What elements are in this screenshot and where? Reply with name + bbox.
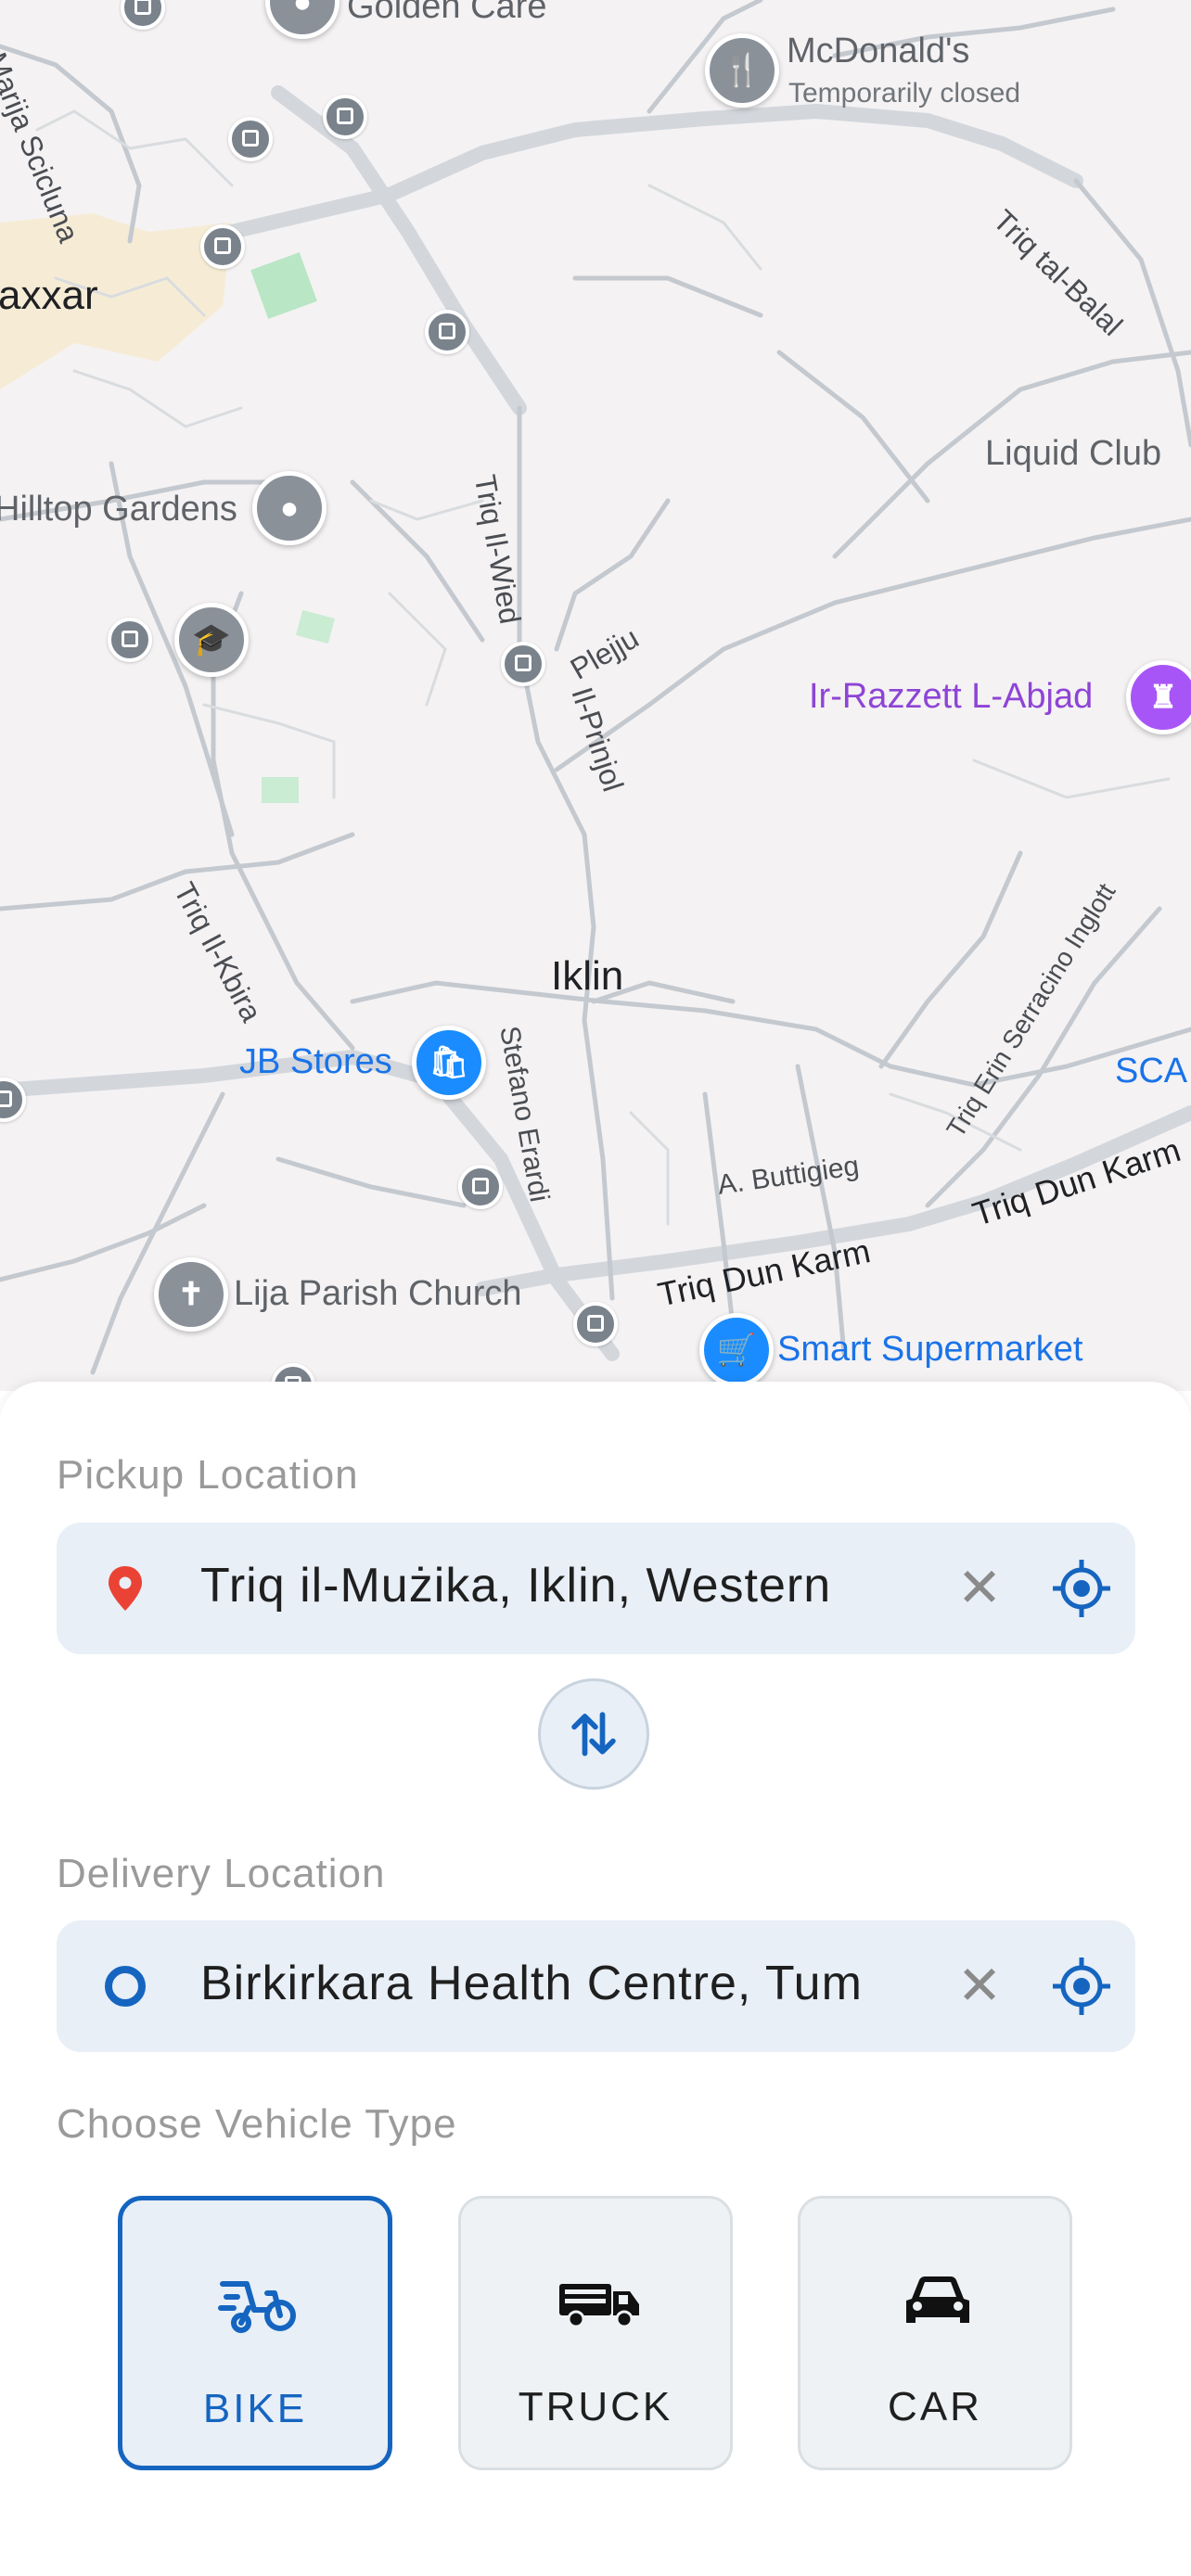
shopping-bag-icon[interactable]: 🛍 bbox=[412, 1026, 486, 1100]
place-pin-icon[interactable]: ● bbox=[252, 471, 327, 545]
school-icon[interactable]: 🎓 bbox=[174, 603, 249, 677]
bus-stop-icon[interactable] bbox=[228, 117, 273, 161]
church-icon[interactable]: ✝ bbox=[154, 1257, 228, 1332]
town-label: axxar bbox=[0, 273, 98, 318]
restaurant-icon[interactable]: 🍴 bbox=[705, 33, 779, 108]
blue-ring-icon bbox=[105, 1966, 146, 2007]
place-label: McDonald's bbox=[787, 32, 970, 70]
vehicle-label: CAR bbox=[888, 2384, 982, 2429]
my-location-icon[interactable] bbox=[1049, 1954, 1114, 2019]
attraction-icon[interactable]: ♜ bbox=[1126, 660, 1191, 734]
map-view[interactable]: ● 🍴 ● 🎓 ♜ 🛍 ✝ 🛒 Golden Care McDonald's T… bbox=[0, 0, 1191, 1391]
bike-icon bbox=[218, 2281, 296, 2333]
place-label: JB Stores bbox=[239, 1042, 392, 1081]
truck-icon bbox=[559, 2284, 639, 2328]
pickup-input[interactable]: Triq il-Mużika, Iklin, Western bbox=[200, 1558, 948, 1613]
red-location-pin-icon bbox=[109, 1566, 142, 1611]
vehicle-label: BIKE bbox=[202, 2386, 308, 2431]
car-icon bbox=[906, 2276, 969, 2323]
place-label: Lija Parish Church bbox=[234, 1274, 522, 1313]
bus-stop-icon[interactable] bbox=[425, 310, 469, 354]
bus-stop-icon[interactable] bbox=[200, 224, 245, 269]
delivery-field[interactable]: Birkirkara Health Centre, Tum ✕ bbox=[57, 1920, 1135, 2052]
town-label: Iklin bbox=[551, 953, 624, 999]
place-label: Hilltop Gardens bbox=[0, 490, 237, 529]
clear-icon[interactable]: ✕ bbox=[947, 1556, 1012, 1621]
place-label: Liquid Club bbox=[985, 434, 1162, 473]
place-label: SCA bbox=[1115, 1052, 1188, 1090]
vehicle-option-car[interactable]: CAR bbox=[798, 2196, 1072, 2470]
vehicle-option-bike[interactable]: BIKE bbox=[118, 2196, 392, 2470]
vehicle-option-truck[interactable]: TRUCK bbox=[458, 2196, 733, 2470]
place-label: Golden Care bbox=[347, 0, 547, 26]
my-location-icon[interactable] bbox=[1049, 1556, 1114, 1621]
swap-locations-button[interactable] bbox=[538, 1678, 649, 1790]
delivery-label: Delivery Location bbox=[57, 1851, 386, 1896]
bus-stop-icon[interactable] bbox=[501, 642, 545, 686]
place-label: Smart Supermarket bbox=[777, 1330, 1083, 1369]
place-status: Temporarily closed bbox=[788, 78, 1021, 108]
bus-stop-icon[interactable] bbox=[573, 1302, 618, 1346]
clear-icon[interactable]: ✕ bbox=[947, 1954, 1012, 2019]
bus-stop-icon[interactable] bbox=[458, 1165, 503, 1209]
delivery-input[interactable]: Birkirkara Health Centre, Tum bbox=[200, 1956, 948, 2011]
bus-stop-icon[interactable] bbox=[108, 618, 152, 662]
swap-arrows-icon bbox=[571, 1712, 616, 1756]
pickup-field[interactable]: Triq il-Mużika, Iklin, Western ✕ bbox=[57, 1523, 1135, 1654]
pickup-label: Pickup Location bbox=[57, 1452, 359, 1498]
bus-stop-icon[interactable] bbox=[323, 95, 367, 139]
place-label: Ir-Razzett L-Abjad bbox=[809, 677, 1094, 716]
vehicle-type-label: Choose Vehicle Type bbox=[57, 2101, 457, 2147]
shopping-cart-icon[interactable]: 🛒 bbox=[699, 1313, 774, 1387]
vehicle-label: TRUCK bbox=[518, 2384, 673, 2429]
